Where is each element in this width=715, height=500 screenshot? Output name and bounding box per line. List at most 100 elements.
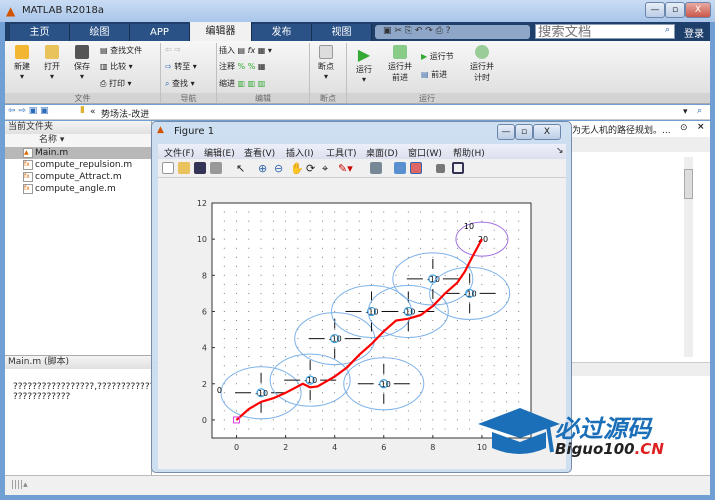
folder-icon: ▮ [80,105,85,115]
path-prefix[interactable]: « [90,107,96,117]
menu-insert[interactable]: 插入(I) [286,146,314,159]
run-advance-button[interactable]: 运行并前进 [383,45,417,83]
quiver-dot [505,220,507,222]
print-button[interactable]: ⎙ 打印 ▾ [100,78,132,89]
close-panel-icon[interactable]: × [697,122,705,132]
figure-close-button[interactable]: X [533,124,561,140]
quiver-dot [432,410,434,412]
quiver-dot [444,211,446,213]
show-plot-tools-icon[interactable] [452,162,464,174]
quiver-dot [444,347,446,349]
breakpoints-label: 断点 [318,62,334,71]
file-item[interactable]: fx compute_repulsion.m [5,159,151,171]
file-item[interactable]: fx compute_angle.m [5,183,151,195]
zoom-in-icon[interactable]: ⊕ [258,162,270,175]
new-figure-icon[interactable] [162,162,174,174]
search-icon[interactable]: ⌕ [665,25,670,35]
dock-icon[interactable]: ↘ [556,146,564,156]
details-text-line: ???????????? [13,392,71,402]
quiver-dot [358,365,360,367]
quiver-dot [407,410,409,412]
comment-button[interactable]: 注释 % % ▦ [219,61,265,72]
menu-edit[interactable]: 编辑(E) [204,146,235,159]
quiver-dot [260,256,262,258]
maximize-button[interactable]: ▫ [665,2,685,18]
login-link[interactable]: 登录 [684,25,704,40]
scroll-thumb[interactable] [684,169,693,199]
menu-window[interactable]: 窗口(W) [408,146,442,159]
save-icon[interactable]: ▣ ✂ ⎘ ↶ ↷ ⎙ ? [383,26,450,36]
path-dropdown-icon[interactable]: ▾ [683,107,688,117]
menu-help[interactable]: 帮助(H) [453,146,485,159]
quiver-dot [420,238,422,240]
insert-button[interactable]: 插入 ▤ fx ▦ ▾ [219,45,272,56]
name-column-header[interactable]: 名称 ▾ [5,134,151,147]
status-grip-icon[interactable]: ||||▴ [11,480,28,490]
quiver-dot [518,211,520,213]
indent-button[interactable]: 缩进 ▥ ▥ ▥ [219,78,265,89]
pointer-icon[interactable]: ↖ [236,162,248,175]
print-icon[interactable] [210,162,222,174]
menu-desktop[interactable]: 桌面(D) [366,146,398,159]
function-file-icon: fx [23,160,33,170]
menu-file[interactable]: 文件(F) [164,146,194,159]
tab-plots[interactable]: 绘图 [70,24,130,41]
search-documentation-input[interactable] [535,24,675,39]
quiver-dot [371,211,372,213]
hide-plot-tools-icon[interactable] [436,164,445,173]
save-button[interactable]: 保存 ▾ [69,45,95,81]
run-button[interactable]: ▶ 运行 ▾ [351,45,377,84]
run-and-time-button[interactable]: 运行并计时 [467,45,497,83]
find-files-button[interactable]: ▤ 查找文件 [100,45,142,56]
panel-menu-icon[interactable]: ⊙ [680,123,688,133]
current-path[interactable]: 势场法-改进 [101,107,149,120]
figure-maximize-button[interactable]: ▫ [515,124,533,140]
minimize-button[interactable]: — [645,2,665,18]
find-button[interactable]: ⌕ 查找 ▾ [165,78,195,89]
quiver-dot [248,211,250,213]
breakpoints-button[interactable]: 断点 ▾ [312,45,340,81]
legend-icon[interactable] [410,162,422,174]
pan-icon[interactable]: ✋ [290,162,304,175]
x-tick-label: 4 [332,443,337,452]
back-forward-icon[interactable]: ⇦ ⇨ ▣ ▣ [8,106,49,116]
save-icon[interactable] [194,162,206,174]
colorbar-icon[interactable] [394,162,406,174]
open-icon[interactable] [178,162,190,174]
tab-publish[interactable]: 发布 [252,24,312,41]
figure-minimize-button[interactable]: — [497,124,515,140]
tab-apps[interactable]: APP [130,24,190,41]
link-plot-icon[interactable] [370,162,382,174]
open-label: 打开 [44,62,60,71]
menu-tools[interactable]: 工具(T) [326,146,357,159]
quiver-dot [334,419,336,421]
compare-button[interactable]: ▥ 比较 ▾ [100,61,133,72]
quiver-dot [505,338,507,340]
run-section-button[interactable]: ▶ 运行节 [421,51,454,62]
advance-button[interactable]: ▤ 前进 [421,69,447,80]
goto-button[interactable]: ⇨ 转至 ▾ [165,61,197,72]
quiver-dot [383,238,385,240]
zoom-out-icon[interactable]: ⊖ [274,162,286,175]
brush-icon[interactable]: ✎▾ [338,162,353,175]
search-folder-icon[interactable]: ⌕ [697,106,702,116]
quiver-dot [309,265,311,267]
breakpoints-icon [319,45,333,59]
menu-view[interactable]: 查看(V) [244,146,275,159]
data-cursor-icon[interactable]: ⌖ [322,162,334,175]
editor-doc-tab[interactable]: 为无人机的路径规划。... [572,123,671,136]
rotate-icon[interactable]: ⟳ [306,162,318,175]
address-bar[interactable]: ⇦ ⇨ ▣ ▣ ▮ « 势场法-改进 ▾ ⌕ [5,105,710,120]
editor-scrollbar[interactable] [684,157,693,357]
tab-editor[interactable]: 编辑器 [190,22,252,41]
group-run-label: 运行 [347,93,507,103]
tab-view[interactable]: 视图 [312,24,372,41]
quiver-dot [432,428,434,430]
file-item[interactable]: ▲ Main.m [5,147,151,159]
quick-access-toolbar[interactable]: ▣ ✂ ⎘ ↶ ↷ ⎙ ? [375,25,530,39]
file-item[interactable]: fx compute_Attract.m [5,171,151,183]
tab-home[interactable]: 主页 [10,24,70,41]
new-button[interactable]: 新建 ▾ [9,45,35,81]
open-button[interactable]: 打开 ▾ [39,45,65,81]
close-button[interactable]: X [685,2,711,18]
